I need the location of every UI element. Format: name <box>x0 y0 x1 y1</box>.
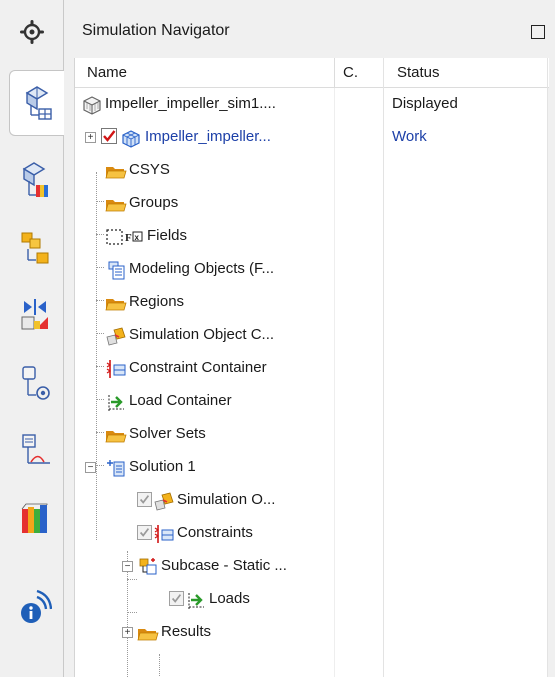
tree-item-label: CSYS <box>129 161 170 178</box>
post-processing-icon <box>22 434 50 464</box>
folder-icon <box>137 629 159 641</box>
tree-item-label: Solver Sets <box>129 425 206 442</box>
solution-icon <box>107 460 125 477</box>
simulation-navigator-icon <box>25 86 52 120</box>
tree-row-modeling-objects[interactable]: Modeling Objects (F... <box>75 253 549 286</box>
tab-reuse-library[interactable] <box>6 486 64 552</box>
fem-navigator-icon <box>22 162 48 197</box>
constraint-icon <box>154 525 174 543</box>
sensors-icon <box>22 366 50 400</box>
folder-icon <box>105 431 127 443</box>
tree-row-constraints[interactable]: Constraints <box>75 517 549 550</box>
checkbox[interactable] <box>169 591 184 606</box>
tree-item-label: Impeller_impeller_sim1.... <box>105 95 276 112</box>
tree-item-label: Simulation O... <box>177 491 276 508</box>
checkbox[interactable] <box>137 525 152 540</box>
tree-item-label: Results <box>161 623 212 640</box>
collapse-toggle[interactable]: − <box>85 462 96 473</box>
sim-file-icon <box>83 96 101 115</box>
part-navigator-icon <box>21 232 49 264</box>
tree-row-fields[interactable]: F x Fields <box>75 220 549 253</box>
tab-information-broadcast[interactable] <box>6 574 64 640</box>
tree-row-sim-file[interactable]: Impeller_impeller_sim1.... Displayed <box>75 88 549 121</box>
folder-icon <box>105 167 127 179</box>
tree-row-subcase[interactable]: − Subcase - Static ... <box>75 550 549 583</box>
resource-bar <box>0 0 66 677</box>
tree-item-label: Impeller_impeller... <box>145 128 271 145</box>
expand-toggle[interactable]: + <box>85 132 96 143</box>
tree-item-label: Constraint Container <box>129 359 267 376</box>
tree-row-load-container[interactable]: Load Container <box>75 385 549 418</box>
load-icon <box>188 593 204 609</box>
tree-item-label: Load Container <box>129 392 232 409</box>
reuse-library-icon <box>21 503 48 533</box>
panel-title: Simulation Navigator <box>82 22 230 39</box>
tree-row-solution-1[interactable]: − Solution 1 <box>75 451 549 484</box>
tree-item-label: Regions <box>129 293 185 310</box>
information-broadcast-icon <box>21 589 52 623</box>
navigator-tree[interactable]: Name C. Status Impeller_impeller_sim1...… <box>74 58 549 677</box>
tab-part-navigator[interactable] <box>6 214 64 280</box>
fields-icon: F x <box>106 229 143 245</box>
folder-icon <box>105 200 127 212</box>
tab-assembly-constraints[interactable] <box>6 282 64 348</box>
tree-item-label: Loads <box>209 590 250 607</box>
tab-fem-navigator[interactable] <box>6 148 64 214</box>
tab-sensors[interactable] <box>6 350 64 416</box>
tree-item-status: Work <box>392 128 427 145</box>
maximize-button[interactable] <box>531 25 545 39</box>
tree-item-status: Displayed <box>392 95 458 112</box>
tree-row-regions[interactable]: Regions <box>75 286 549 319</box>
tab-post-processing[interactable] <box>6 418 64 484</box>
simulation-object-icon <box>106 327 126 346</box>
modeling-objects-icon <box>108 261 125 280</box>
column-c-header[interactable]: C. <box>343 64 358 81</box>
tab-simulation-navigator[interactable] <box>9 70 66 136</box>
collapse-toggle[interactable]: − <box>122 561 133 572</box>
svg-text:x: x <box>135 233 140 242</box>
tree-item-label: Subcase - Static ... <box>161 557 287 574</box>
tree-row-simulation-object-container[interactable]: Simulation Object C... <box>75 319 549 352</box>
tree-row-simulation-objects[interactable]: Simulation O... <box>75 484 549 517</box>
tree-item-label: Simulation Object C... <box>129 326 275 343</box>
tree-row-csys[interactable]: CSYS <box>75 154 549 187</box>
column-status-header[interactable]: Status <box>397 64 440 81</box>
gear-icon[interactable] <box>20 20 44 44</box>
tree-item-label: Groups <box>129 194 179 211</box>
subcase-icon <box>139 558 157 575</box>
tree-row-solver-sets[interactable]: Solver Sets <box>75 418 549 451</box>
fem-mesh-icon <box>122 130 140 148</box>
tree-item-label: Constraints <box>177 524 253 541</box>
column-name-header[interactable]: Name <box>87 64 127 81</box>
tree-row-loads[interactable]: Loads <box>75 583 549 616</box>
tree-item-label: Fields <box>147 227 188 244</box>
folder-icon <box>105 299 127 311</box>
checked-checkbox-icon[interactable] <box>101 128 117 144</box>
expand-toggle[interactable]: + <box>122 627 133 638</box>
load-icon <box>108 395 124 411</box>
tree-item-label: Modeling Objects (F... <box>129 260 275 277</box>
checkbox[interactable] <box>137 492 152 507</box>
tree-row-groups[interactable]: Groups <box>75 187 549 220</box>
tree-item-label: Solution 1 <box>129 458 196 475</box>
tree-row-results[interactable]: + Results <box>75 616 549 649</box>
simulation-object-icon <box>154 492 174 511</box>
tree-row-fem[interactable]: + Impeller_impeller... Work <box>75 121 549 154</box>
constraint-icon <box>106 360 126 378</box>
svg-text:F: F <box>125 232 132 244</box>
column-header: Name C. Status <box>75 58 549 88</box>
assembly-constraints-icon <box>21 299 48 330</box>
tree-row-constraint-container[interactable]: Constraint Container <box>75 352 549 385</box>
